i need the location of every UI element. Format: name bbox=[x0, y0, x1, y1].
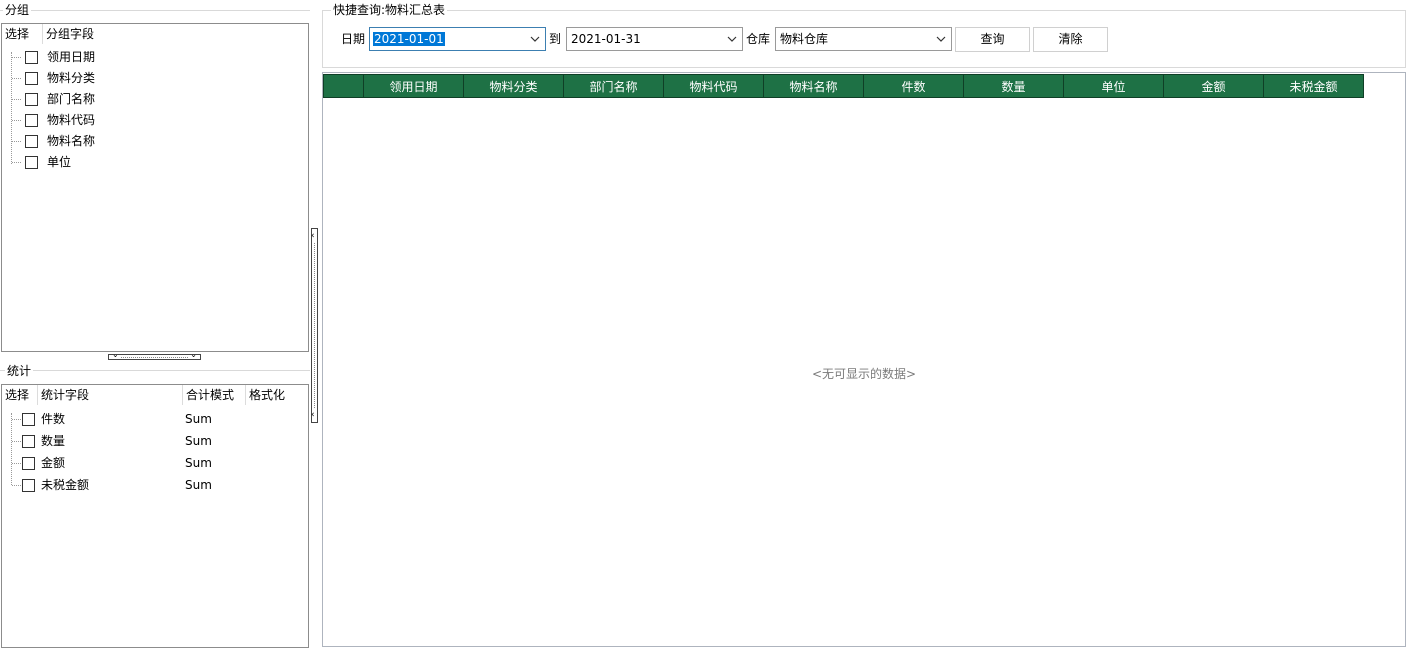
stats-item-mode[interactable]: Sum bbox=[185, 455, 212, 471]
grid-empty-message: <无可显示的数据> bbox=[811, 367, 917, 381]
stats-box-title: 统计 bbox=[5, 364, 34, 378]
group-item-checkbox[interactable] bbox=[25, 114, 38, 127]
group-item-checkbox[interactable] bbox=[25, 93, 38, 106]
date-to-value[interactable]: 2021-01-31 bbox=[570, 32, 642, 46]
grid-header-cell[interactable]: 数量 bbox=[964, 74, 1064, 98]
group-item[interactable]: 物料代码 bbox=[2, 110, 302, 130]
chevron-down-icon[interactable] bbox=[726, 32, 738, 46]
group-item[interactable]: 部门名称 bbox=[2, 89, 302, 109]
group-item-checkbox[interactable] bbox=[25, 72, 38, 85]
chevron-down-icon[interactable]: ⌄ bbox=[190, 350, 197, 360]
grid-header-cell[interactable]: 物料代码 bbox=[664, 74, 764, 98]
stats-item-label: 金额 bbox=[41, 456, 66, 470]
date-label: 日期 bbox=[341, 32, 366, 46]
date-to-picker[interactable]: 2021-01-31 bbox=[566, 27, 743, 51]
group-item-label: 物料分类 bbox=[47, 71, 96, 85]
group-col-field: 分组字段 bbox=[46, 27, 95, 41]
group-item-checkbox[interactable] bbox=[25, 51, 38, 64]
clear-button[interactable]: 清除 bbox=[1033, 27, 1108, 52]
grid-header-cell[interactable]: 物料名称 bbox=[764, 74, 864, 98]
stats-item-mode[interactable]: Sum bbox=[185, 411, 212, 427]
stats-field-panel: 选择 统计字段 合计模式 格式化 件数 Sum 数量 Sum 金额 Sum 未税… bbox=[1, 384, 309, 648]
chevron-left-icon[interactable]: ‹ bbox=[311, 410, 315, 420]
stats-item-checkbox[interactable] bbox=[22, 479, 35, 492]
stats-col-select: 选择 bbox=[2, 385, 38, 405]
vertical-splitter[interactable]: ‹ ‹ bbox=[311, 228, 318, 423]
data-grid[interactable]: 领用日期 物料分类 部门名称 物料代码 物料名称 件数 数量 单位 金额 未税金… bbox=[322, 72, 1406, 647]
stats-item-checkbox[interactable] bbox=[22, 457, 35, 470]
stats-col-format: 格式化 bbox=[249, 388, 286, 402]
stats-item[interactable]: 件数 Sum bbox=[2, 409, 302, 429]
group-item-label: 领用日期 bbox=[47, 50, 96, 64]
stats-col-field: 统计字段 bbox=[38, 385, 183, 405]
group-item-label: 物料代码 bbox=[47, 113, 96, 127]
date-from-value[interactable]: 2021-01-01 bbox=[373, 32, 445, 46]
stats-item-label: 数量 bbox=[41, 434, 66, 448]
group-item[interactable]: 物料名称 bbox=[2, 131, 302, 151]
group-item[interactable]: 单位 bbox=[2, 152, 302, 172]
group-item-label: 单位 bbox=[47, 155, 72, 169]
group-item[interactable]: 物料分类 bbox=[2, 68, 302, 88]
grid-header-cell[interactable]: 件数 bbox=[864, 74, 964, 98]
group-col-select: 选择 bbox=[2, 24, 43, 44]
grid-header-cell[interactable]: 领用日期 bbox=[364, 74, 464, 98]
chevron-left-icon[interactable]: ‹ bbox=[311, 231, 315, 241]
query-button[interactable]: 查询 bbox=[955, 27, 1030, 52]
chevron-down-icon[interactable] bbox=[935, 32, 947, 46]
grid-header-indicator bbox=[323, 74, 364, 98]
group-item-checkbox[interactable] bbox=[25, 156, 38, 169]
query-box-title: 快捷查询:物料汇总表 bbox=[331, 3, 448, 17]
group-item-checkbox[interactable] bbox=[25, 135, 38, 148]
warehouse-select[interactable]: 物料仓库 bbox=[775, 27, 952, 51]
stats-item[interactable]: 数量 Sum bbox=[2, 431, 302, 451]
stats-item-checkbox[interactable] bbox=[22, 413, 35, 426]
group-item-label: 部门名称 bbox=[47, 92, 96, 106]
group-item[interactable]: 领用日期 bbox=[2, 47, 302, 67]
group-item-label: 物料名称 bbox=[47, 134, 96, 148]
stats-item-checkbox[interactable] bbox=[22, 435, 35, 448]
grid-header-cell[interactable]: 物料分类 bbox=[464, 74, 564, 98]
grid-header-cell[interactable]: 单位 bbox=[1064, 74, 1164, 98]
group-field-panel: 选择 分组字段 领用日期 物料分类 部门名称 物料代码 物料名称 单位 bbox=[1, 23, 309, 352]
group-box-title: 分组 bbox=[3, 3, 32, 17]
to-label: 到 bbox=[549, 32, 562, 46]
stats-item-label: 件数 bbox=[41, 412, 66, 426]
warehouse-value[interactable]: 物料仓库 bbox=[779, 32, 829, 46]
stats-item-label: 未税金额 bbox=[41, 478, 90, 492]
stats-item-mode[interactable]: Sum bbox=[185, 433, 212, 449]
grid-header-cell[interactable]: 金额 bbox=[1164, 74, 1264, 98]
stats-item-mode[interactable]: Sum bbox=[185, 477, 212, 493]
warehouse-label: 仓库 bbox=[746, 32, 771, 46]
grid-header-cell[interactable]: 未税金额 bbox=[1264, 74, 1364, 98]
grid-header-cell[interactable]: 部门名称 bbox=[564, 74, 664, 98]
chevron-down-icon[interactable]: ⌄ bbox=[112, 350, 119, 360]
chevron-down-icon[interactable] bbox=[529, 32, 541, 46]
stats-item[interactable]: 金额 Sum bbox=[2, 453, 302, 473]
stats-item[interactable]: 未税金额 Sum bbox=[2, 475, 302, 495]
date-from-picker[interactable]: 2021-01-01 bbox=[369, 27, 546, 51]
horizontal-splitter[interactable]: ⌄ ⌄ bbox=[108, 350, 201, 360]
stats-col-mode: 合计模式 bbox=[183, 385, 246, 405]
